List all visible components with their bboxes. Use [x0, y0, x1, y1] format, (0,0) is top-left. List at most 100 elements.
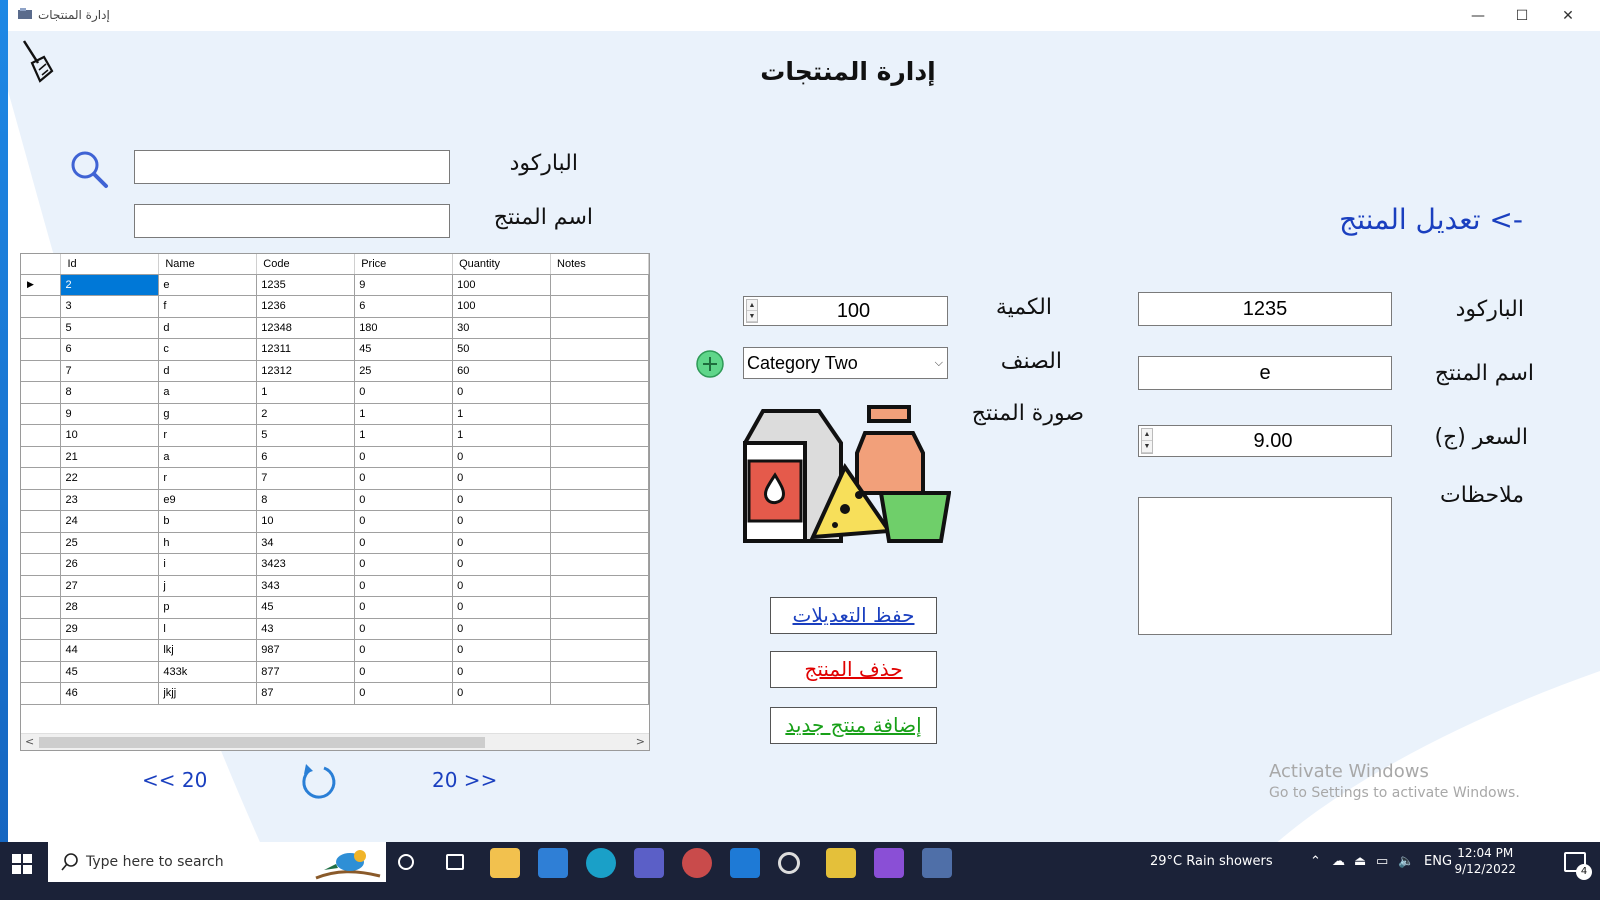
row-header-cell[interactable] [21, 424, 62, 447]
cell-name[interactable]: lkj [158, 639, 258, 662]
cell-quantity[interactable]: 0 [452, 575, 552, 597]
category-dropdown[interactable]: Category Two ⌵ [743, 347, 948, 379]
refresh-icon[interactable] [298, 761, 340, 803]
taskbar-search-box[interactable]: Type here to search [48, 842, 386, 882]
windows-start-icon[interactable] [12, 854, 32, 874]
cell-notes[interactable] [550, 424, 649, 447]
cell-name[interactable]: c [158, 338, 258, 361]
row-header-cell[interactable] [21, 295, 62, 318]
cell-name[interactable]: b [158, 510, 258, 533]
usb-device-icon[interactable]: ⏏ [1354, 854, 1366, 869]
cell-quantity[interactable]: 0 [452, 532, 552, 554]
cell-price[interactable]: 25 [354, 360, 454, 382]
cell-name[interactable]: i [158, 553, 258, 576]
table-row[interactable]: 45 433k 877 0 0 [21, 661, 649, 683]
file-explorer-icon[interactable] [490, 848, 520, 878]
cell-name[interactable]: d [158, 360, 258, 382]
cell-notes[interactable] [550, 553, 649, 576]
table-row[interactable]: 27 j 343 0 0 [21, 575, 649, 597]
row-header-cell[interactable] [21, 532, 62, 554]
cell-code[interactable]: 6 [256, 446, 356, 468]
cell-id[interactable]: 2 [60, 274, 160, 296]
cell-notes[interactable] [550, 467, 649, 490]
cell-code[interactable]: 2 [256, 403, 356, 425]
visual-studio-icon[interactable] [874, 848, 904, 878]
save-changes-button[interactable]: حفظ التعديلات [770, 597, 937, 634]
cell-price[interactable]: 1 [354, 424, 454, 447]
cell-id[interactable]: 29 [60, 618, 160, 640]
table-row[interactable]: 23 e9 8 0 0 [21, 489, 649, 511]
cell-quantity[interactable]: 0 [452, 489, 552, 511]
quantity-down-arrow[interactable]: ▼ [747, 311, 757, 322]
cell-code[interactable]: 12348 [256, 317, 356, 339]
cell-notes[interactable] [550, 639, 649, 662]
cell-notes[interactable] [550, 661, 649, 683]
cell-name[interactable]: jkjj [158, 682, 258, 705]
cell-price[interactable]: 0 [354, 682, 454, 705]
table-row[interactable]: 25 h 34 0 0 [21, 532, 649, 554]
mail-icon[interactable] [538, 848, 568, 878]
cell-price[interactable]: 180 [354, 317, 454, 339]
cell-notes[interactable] [550, 596, 649, 619]
cell-notes[interactable] [550, 381, 649, 404]
notes-field[interactable] [1138, 497, 1392, 635]
cell-price[interactable]: 0 [354, 618, 454, 640]
cell-price[interactable]: 6 [354, 295, 454, 318]
cell-id[interactable]: 6 [60, 338, 160, 361]
cell-name[interactable]: g [158, 403, 258, 425]
row-header-cell[interactable] [21, 639, 62, 662]
cell-code[interactable]: 12311 [256, 338, 356, 361]
horizontal-scrollbar[interactable]: < > [21, 733, 649, 750]
quantity-up-arrow[interactable]: ▲ [747, 300, 757, 311]
cell-code[interactable]: 3423 [256, 553, 356, 576]
row-header-cell[interactable]: ▶ [21, 274, 62, 296]
product-image-groceries[interactable] [741, 403, 951, 543]
teams-icon[interactable] [634, 848, 664, 878]
cell-code[interactable]: 877 [256, 661, 356, 683]
cell-quantity[interactable]: 0 [452, 661, 552, 683]
quantity-stepper[interactable]: ▲ ▼ 100 [743, 296, 948, 326]
table-row[interactable]: 46 jkjj 87 0 0 [21, 682, 649, 705]
settings-gear-icon[interactable] [778, 852, 800, 874]
cell-name[interactable]: l [158, 618, 258, 640]
paint-app-icon[interactable] [682, 848, 712, 878]
volume-icon[interactable]: 🔈 [1398, 854, 1414, 869]
cell-quantity[interactable]: 0 [452, 682, 552, 705]
row-header-cell[interactable] [21, 360, 62, 382]
quantity-spin-buttons[interactable]: ▲ ▼ [746, 299, 758, 323]
maximize-button[interactable]: ☐ [1500, 4, 1544, 28]
cell-id[interactable]: 23 [60, 489, 160, 511]
cell-quantity[interactable]: 0 [452, 446, 552, 468]
cell-code[interactable]: 1 [256, 381, 356, 404]
cell-price[interactable]: 1 [354, 403, 454, 425]
cell-price[interactable]: 0 [354, 489, 454, 511]
table-row[interactable]: 5 d 12348 180 30 [21, 317, 649, 339]
table-row[interactable]: 44 lkj 987 0 0 [21, 639, 649, 662]
task-view-icon[interactable] [446, 854, 464, 870]
cell-price[interactable]: 45 [354, 338, 454, 361]
table-row[interactable]: 8a100 [21, 381, 649, 404]
row-header-cell[interactable] [21, 403, 62, 425]
cell-notes[interactable] [550, 295, 649, 318]
cell-name[interactable]: r [158, 424, 258, 447]
cell-code[interactable]: 5 [256, 424, 356, 447]
products-grid[interactable]: Id Name Code Price Quantity Notes ▶ 2 e 123… [20, 253, 650, 751]
cell-name[interactable]: h [158, 532, 258, 554]
column-header-notes[interactable]: Notes [550, 254, 649, 275]
cell-id[interactable]: 9 [60, 403, 160, 425]
running-app-icon[interactable] [922, 848, 952, 878]
cell-id[interactable]: 3 [60, 295, 160, 318]
column-header-code[interactable]: Code [256, 254, 356, 275]
cell-id[interactable]: 28 [60, 596, 160, 619]
cell-notes[interactable] [550, 489, 649, 511]
cell-quantity[interactable]: 0 [452, 467, 552, 490]
cell-code[interactable]: 10 [256, 510, 356, 533]
cell-code[interactable]: 87 [256, 682, 356, 705]
network-icon[interactable]: ▭ [1376, 854, 1388, 869]
column-header-name[interactable]: Name [158, 254, 258, 275]
cell-code[interactable]: 12312 [256, 360, 356, 382]
cell-code[interactable]: 343 [256, 575, 356, 597]
row-header-cell[interactable] [21, 446, 62, 468]
cell-quantity[interactable]: 0 [452, 618, 552, 640]
onedrive-icon[interactable]: ☁ [1332, 854, 1345, 869]
